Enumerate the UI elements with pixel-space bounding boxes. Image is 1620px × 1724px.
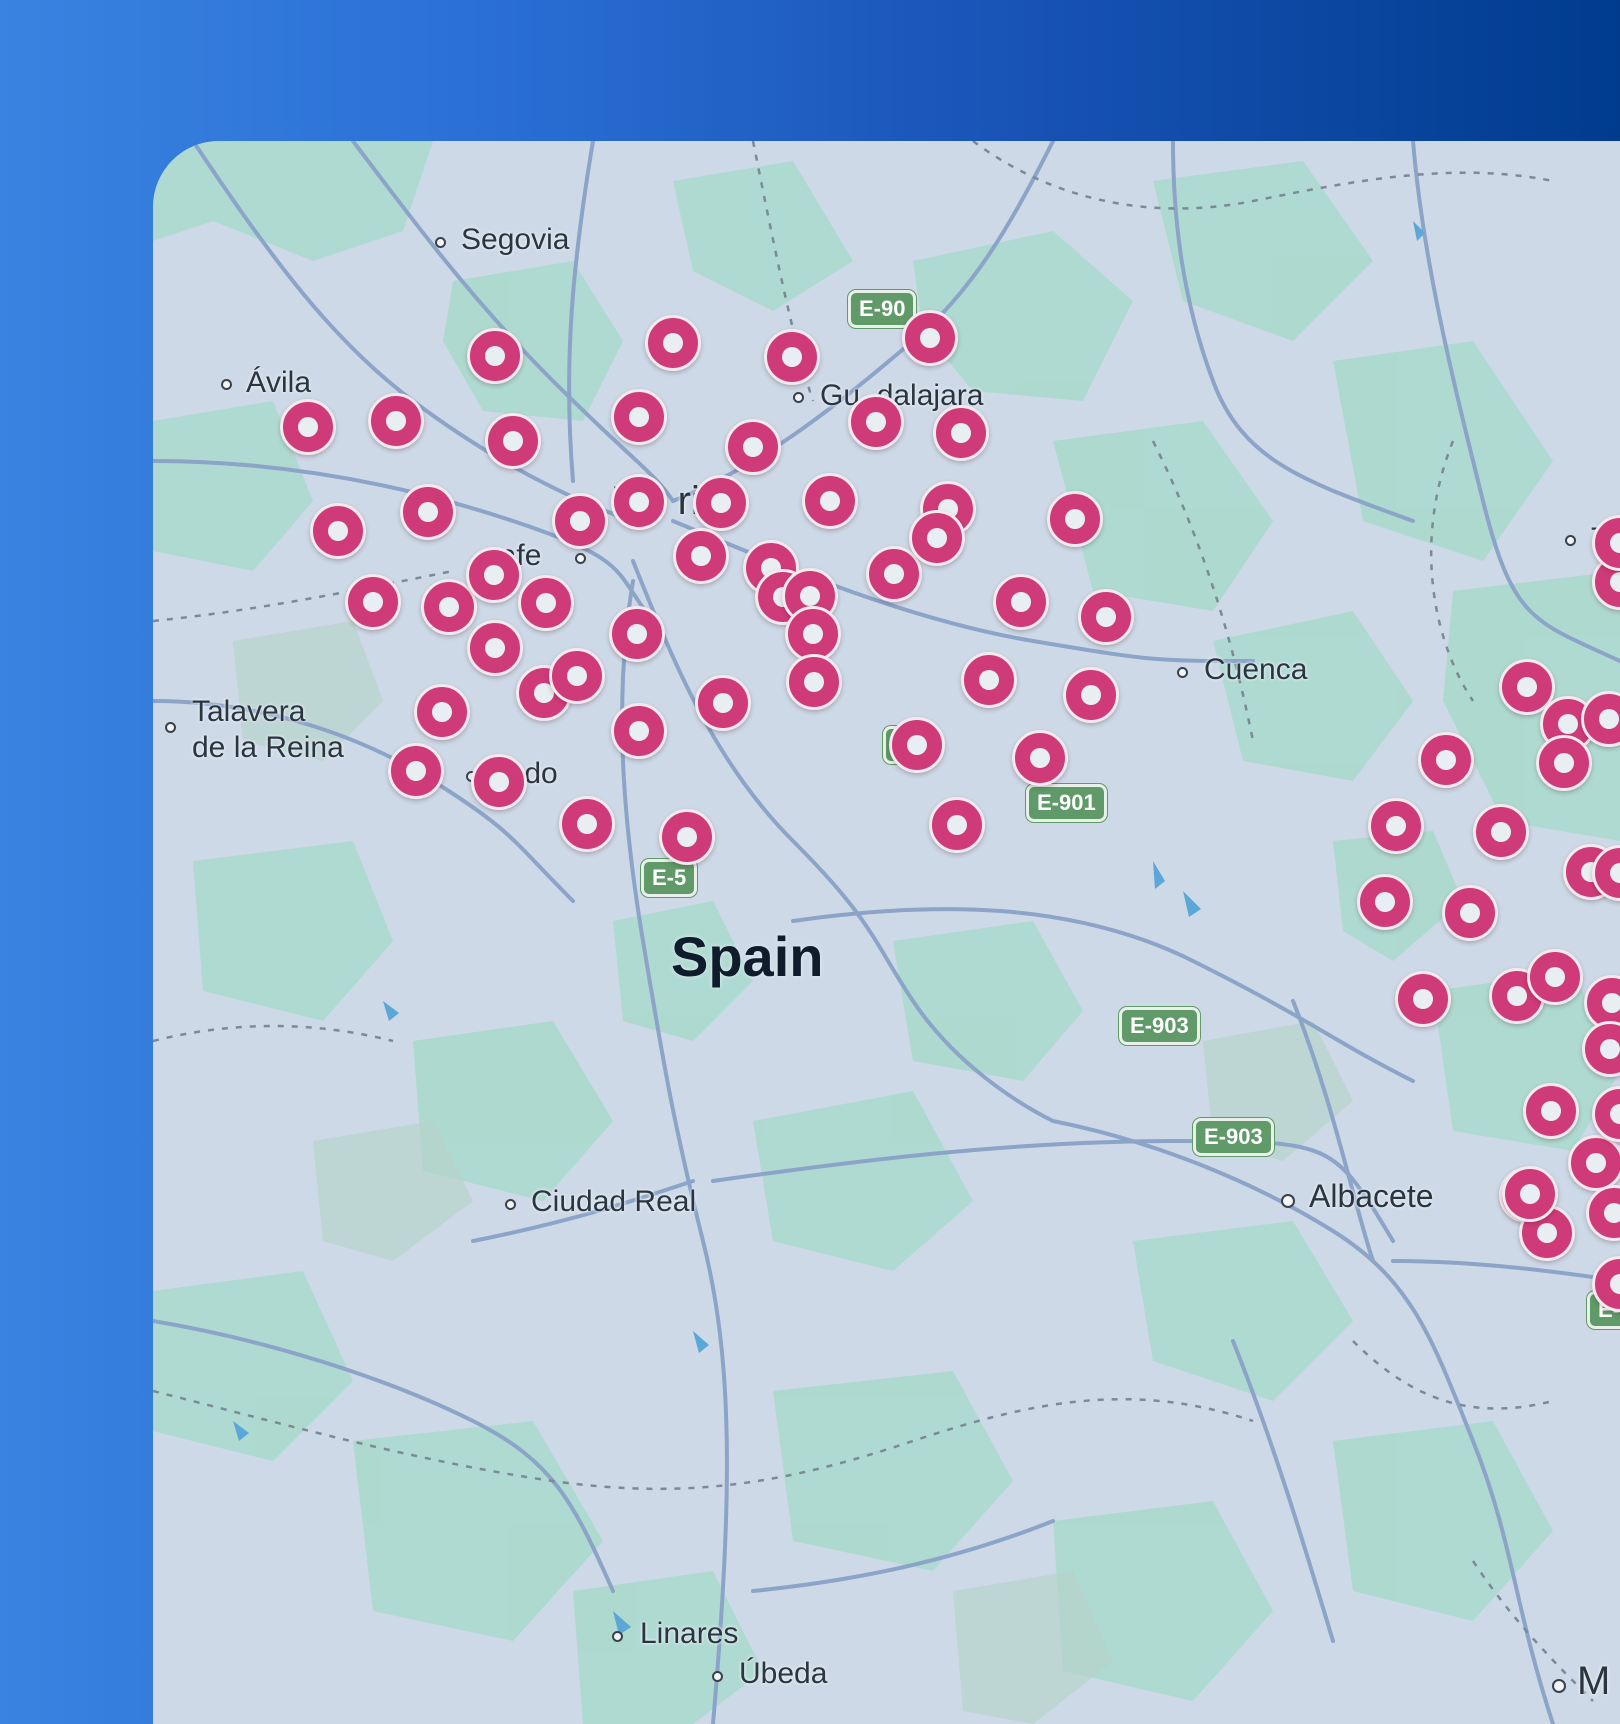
location-marker[interactable] xyxy=(961,652,1017,708)
location-marker[interactable] xyxy=(1368,798,1424,854)
city-dot-avila xyxy=(221,379,232,390)
location-marker[interactable] xyxy=(673,528,729,584)
location-marker[interactable] xyxy=(929,797,985,853)
location-marker[interactable] xyxy=(1418,732,1474,788)
road-shield-e901: E-901 xyxy=(1026,784,1107,822)
location-marker[interactable] xyxy=(693,475,749,531)
city-dot-linares xyxy=(612,1631,623,1642)
location-marker[interactable] xyxy=(1502,1166,1558,1222)
city-dot-ubeda xyxy=(712,1671,723,1682)
location-marker[interactable] xyxy=(345,574,401,630)
city-label-avila[interactable]: Ávila xyxy=(246,366,311,400)
location-marker[interactable] xyxy=(388,743,444,799)
location-marker[interactable] xyxy=(611,474,667,530)
city-dot-ciudad-real xyxy=(505,1199,516,1210)
location-marker[interactable] xyxy=(1473,804,1529,860)
location-marker[interactable] xyxy=(695,675,751,731)
map-viewport[interactable]: Segovia Ávila Gu dalajara M rid afe Tala… xyxy=(153,141,1620,1724)
location-marker[interactable] xyxy=(933,405,989,461)
location-marker[interactable] xyxy=(725,419,781,475)
city-dot-teruel xyxy=(1565,535,1576,546)
city-label-linares[interactable]: Linares xyxy=(640,1617,738,1651)
location-marker[interactable] xyxy=(611,703,667,759)
city-dot-albacete xyxy=(1281,1194,1295,1208)
city-label-talavera-2[interactable]: de la Reina xyxy=(192,731,344,765)
city-dot-segovia xyxy=(435,237,446,248)
location-marker[interactable] xyxy=(1442,885,1498,941)
city-label-ubeda[interactable]: Úbeda xyxy=(739,1657,827,1691)
location-marker[interactable] xyxy=(993,574,1049,630)
location-marker[interactable] xyxy=(368,393,424,449)
location-marker[interactable] xyxy=(485,413,541,469)
location-marker[interactable] xyxy=(1078,589,1134,645)
location-marker[interactable] xyxy=(400,484,456,540)
city-label-segovia[interactable]: Segovia xyxy=(461,223,569,257)
location-marker[interactable] xyxy=(786,654,842,710)
location-marker[interactable] xyxy=(280,399,336,455)
city-label-cuenca[interactable]: Cuenca xyxy=(1204,653,1307,687)
city-dot-murcia xyxy=(1552,1679,1566,1693)
location-marker[interactable] xyxy=(471,754,527,810)
country-label: Spain xyxy=(671,925,824,988)
city-dot-guadalajara xyxy=(793,392,804,403)
location-marker[interactable] xyxy=(611,389,667,445)
city-label-albacete[interactable]: Albacete xyxy=(1309,1178,1434,1215)
location-marker[interactable] xyxy=(467,328,523,384)
location-marker[interactable] xyxy=(310,503,366,559)
location-marker[interactable] xyxy=(889,717,945,773)
location-marker[interactable] xyxy=(414,684,470,740)
location-marker[interactable] xyxy=(909,510,965,566)
road-shield-e903-b: E-903 xyxy=(1193,1118,1274,1156)
location-marker[interactable] xyxy=(659,809,715,865)
location-marker[interactable] xyxy=(609,606,665,662)
location-marker[interactable] xyxy=(802,473,858,529)
location-marker[interactable] xyxy=(466,547,522,603)
location-marker[interactable] xyxy=(559,796,615,852)
location-marker[interactable] xyxy=(552,493,608,549)
location-marker[interactable] xyxy=(764,329,820,385)
city-dot-getafe xyxy=(575,553,586,564)
location-marker[interactable] xyxy=(902,310,958,366)
location-marker[interactable] xyxy=(1395,971,1451,1027)
city-label-ciudad-real[interactable]: Ciudad Real xyxy=(531,1185,696,1219)
location-marker[interactable] xyxy=(1063,667,1119,723)
location-marker[interactable] xyxy=(848,394,904,450)
location-marker[interactable] xyxy=(467,620,523,676)
road-shield-e903-a: E-903 xyxy=(1119,1007,1200,1045)
city-label-talavera-1[interactable]: Talavera xyxy=(192,695,305,729)
location-marker[interactable] xyxy=(1523,1083,1579,1139)
location-marker[interactable] xyxy=(645,315,701,371)
city-dot-cuenca xyxy=(1177,667,1188,678)
city-dot-talavera xyxy=(165,722,176,733)
city-label-murcia[interactable]: M xyxy=(1577,1659,1610,1704)
location-marker[interactable] xyxy=(518,575,574,631)
location-marker[interactable] xyxy=(1527,949,1583,1005)
location-marker[interactable] xyxy=(1357,874,1413,930)
location-marker[interactable] xyxy=(1047,491,1103,547)
location-marker[interactable] xyxy=(1012,730,1068,786)
location-marker[interactable] xyxy=(1568,1135,1620,1191)
location-marker[interactable] xyxy=(1536,735,1592,791)
location-marker[interactable] xyxy=(549,648,605,704)
